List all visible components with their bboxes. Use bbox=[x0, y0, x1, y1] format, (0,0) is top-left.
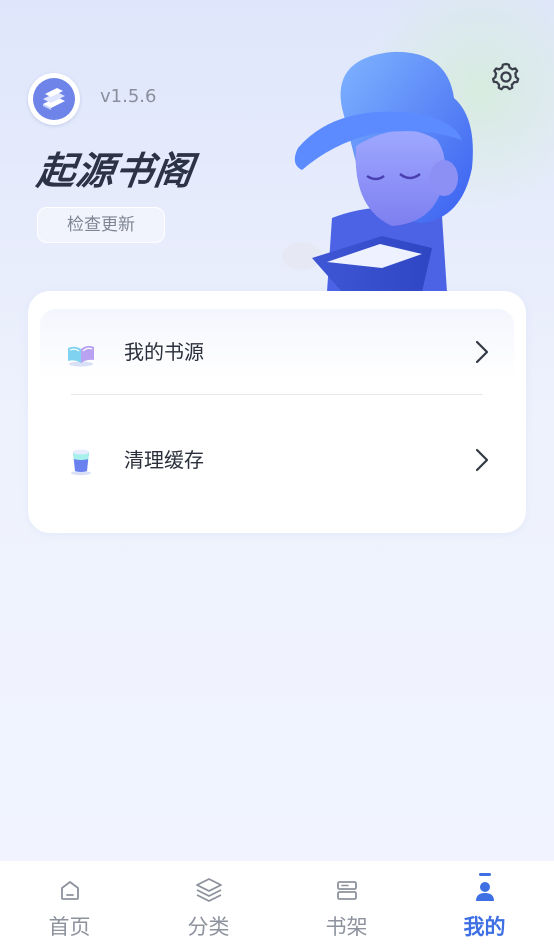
tab-home[interactable]: 首页 bbox=[0, 861, 139, 952]
home-icon bbox=[60, 881, 79, 900]
books-icon bbox=[33, 78, 75, 120]
cache-bucket-icon bbox=[71, 449, 91, 476]
tab-bookshelf[interactable]: 书架 bbox=[277, 861, 416, 952]
app-logo bbox=[28, 73, 80, 125]
check-update-button[interactable]: 检查更新 bbox=[37, 207, 165, 243]
layers-icon bbox=[195, 878, 222, 902]
profile-page: v1.5.6 起源书阁 检查更新 我的书源 清理缓存 首页 分类 书架 我的 bbox=[0, 0, 554, 952]
tab-mine-label: 我的 bbox=[463, 915, 506, 939]
user-icon bbox=[475, 882, 494, 901]
app-title: 起源书阁 bbox=[34, 149, 197, 193]
tab-mine[interactable]: 我的 bbox=[415, 861, 554, 952]
my-book-sources-label: 我的书源 bbox=[124, 340, 204, 364]
bottom-tab-bar: 首页 分类 书架 我的 bbox=[0, 861, 554, 952]
tab-bookshelf-label: 书架 bbox=[325, 915, 368, 939]
tab-category-label: 分类 bbox=[187, 915, 230, 939]
my-book-sources-item[interactable]: 我的书源 bbox=[28, 312, 498, 392]
gear-icon[interactable] bbox=[489, 60, 523, 94]
chevron-right-icon bbox=[475, 340, 489, 364]
bookshelf-icon bbox=[336, 881, 357, 900]
app-version: v1.5.6 bbox=[100, 86, 157, 107]
menu-divider bbox=[71, 394, 483, 395]
clear-cache-item[interactable]: 清理缓存 bbox=[28, 420, 498, 500]
tab-category[interactable]: 分类 bbox=[139, 861, 278, 952]
tab-home-label: 首页 bbox=[48, 915, 91, 939]
reading-character-illustration bbox=[282, 51, 473, 292]
chevron-right-icon bbox=[475, 448, 489, 472]
clear-cache-label: 清理缓存 bbox=[124, 448, 204, 472]
open-book-icon bbox=[68, 345, 94, 367]
